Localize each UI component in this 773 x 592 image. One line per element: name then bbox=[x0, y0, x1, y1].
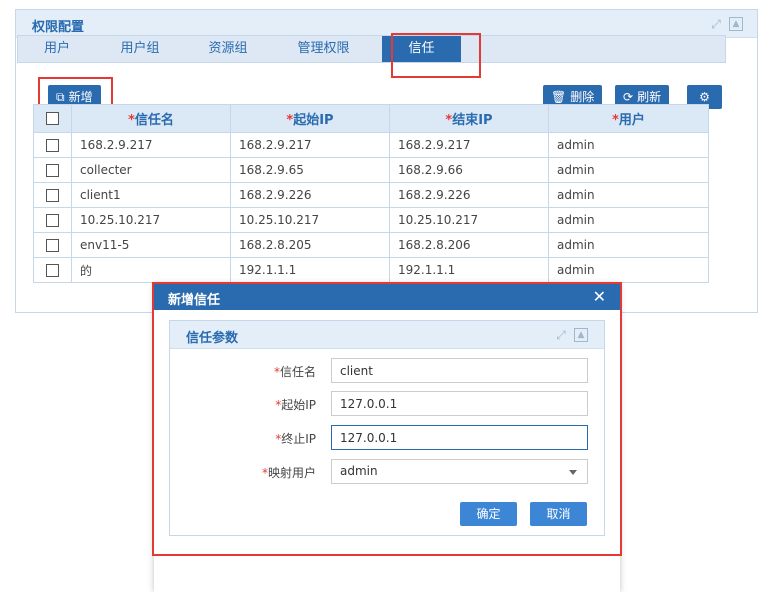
tab-resource-groups[interactable]: 资源组 bbox=[184, 36, 272, 62]
cell-trust-name: collecter bbox=[71, 157, 231, 183]
cell-trust-name: env11-5 bbox=[71, 232, 231, 258]
trust-params-section: 信任参数 ⤢ ▲ *信任名 *起始IP *终止IP *映射用户 admin 确定 bbox=[169, 320, 605, 536]
expand-icon[interactable]: ⤢ bbox=[709, 17, 723, 31]
row-checkbox[interactable] bbox=[46, 264, 59, 277]
tab-admin-permissions[interactable]: 管理权限 bbox=[272, 36, 375, 62]
cell-end-ip: 168.2.9.217 bbox=[389, 132, 549, 158]
select-all-checkbox[interactable] bbox=[46, 112, 59, 125]
tab-user-groups[interactable]: 用户组 bbox=[96, 36, 184, 62]
cell-start-ip: 192.1.1.1 bbox=[230, 257, 390, 283]
end-ip-row: *终止IP bbox=[170, 425, 606, 451]
end-ip-input[interactable] bbox=[331, 425, 588, 450]
start-ip-input[interactable] bbox=[331, 391, 588, 416]
cell-start-ip: 168.2.9.226 bbox=[230, 182, 390, 208]
cell-trust-name: 168.2.9.217 bbox=[71, 132, 231, 158]
close-icon[interactable]: ✕ bbox=[593, 287, 606, 306]
trust-name-row: *信任名 bbox=[170, 358, 606, 384]
row-checkbox[interactable] bbox=[46, 189, 59, 202]
table-row[interactable]: 10.25.10.217 10.25.10.217 10.25.10.217 a… bbox=[33, 207, 709, 233]
collapse-icon[interactable]: ▲ bbox=[729, 17, 743, 31]
tab-bar: 用户 用户组 资源组 管理权限 信任 bbox=[17, 35, 726, 63]
cell-end-ip: 192.1.1.1 bbox=[389, 257, 549, 283]
section-header: 信任参数 ⤢ ▲ bbox=[170, 321, 604, 349]
trust-name-input[interactable] bbox=[331, 358, 588, 383]
column-header-end-ip[interactable]: *结束IP bbox=[389, 104, 549, 133]
dropdown-arrow-icon bbox=[569, 470, 577, 475]
cell-end-ip: 168.2.8.206 bbox=[389, 232, 549, 258]
mapped-user-row: *映射用户 admin bbox=[170, 459, 606, 485]
cell-start-ip: 168.2.8.205 bbox=[230, 232, 390, 258]
trust-table: *信任名 *起始IP *结束IP *用户 168.2.9.217 168.2.9… bbox=[33, 104, 709, 283]
table-header-row: *信任名 *起始IP *结束IP *用户 bbox=[33, 104, 709, 133]
section-title: 信任参数 bbox=[186, 331, 239, 346]
tab-users[interactable]: 用户 bbox=[18, 36, 96, 62]
start-ip-label: *起始IP bbox=[275, 398, 316, 412]
cell-user: admin bbox=[548, 257, 709, 283]
select-all-cell bbox=[33, 104, 72, 133]
cell-user: admin bbox=[548, 207, 709, 233]
table-row[interactable]: client1 168.2.9.226 168.2.9.226 admin bbox=[33, 182, 709, 208]
mapped-user-label: *映射用户 bbox=[261, 466, 316, 480]
panel-header: 权限配置 ⤢ ▲ bbox=[16, 10, 757, 38]
cancel-button[interactable]: 取消 bbox=[530, 502, 587, 526]
cell-start-ip: 168.2.9.65 bbox=[230, 157, 390, 183]
tab-trust[interactable]: 信任 bbox=[382, 36, 461, 62]
trust-name-label: *信任名 bbox=[273, 365, 316, 379]
cell-trust-name: 的 bbox=[71, 257, 231, 283]
column-header-user[interactable]: *用户 bbox=[548, 104, 709, 133]
row-checkbox[interactable] bbox=[46, 214, 59, 227]
cell-trust-name: client1 bbox=[71, 182, 231, 208]
row-checkbox[interactable] bbox=[46, 239, 59, 252]
table-row[interactable]: 168.2.9.217 168.2.9.217 168.2.9.217 admi… bbox=[33, 132, 709, 158]
cell-user: admin bbox=[548, 157, 709, 183]
start-ip-row: *起始IP bbox=[170, 391, 606, 417]
confirm-button[interactable]: 确定 bbox=[460, 502, 517, 526]
cell-user: admin bbox=[548, 132, 709, 158]
expand-icon[interactable]: ⤢ bbox=[554, 328, 568, 342]
cell-user: admin bbox=[548, 182, 709, 208]
table-row[interactable]: 的 192.1.1.1 192.1.1.1 admin bbox=[33, 257, 709, 283]
dialog-title: 新增信任 bbox=[168, 293, 221, 308]
row-checkbox[interactable] bbox=[46, 164, 59, 177]
column-header-trust-name[interactable]: *信任名 bbox=[71, 104, 231, 133]
end-ip-label: *终止IP bbox=[275, 432, 316, 446]
column-header-start-ip[interactable]: *起始IP bbox=[230, 104, 390, 133]
cell-end-ip: 168.2.9.226 bbox=[389, 182, 549, 208]
cell-end-ip: 168.2.9.66 bbox=[389, 157, 549, 183]
mapped-user-select[interactable]: admin bbox=[331, 459, 588, 484]
row-checkbox[interactable] bbox=[46, 139, 59, 152]
add-trust-dialog: 新增信任 ✕ 信任参数 ⤢ ▲ *信任名 *起始IP *终止IP *映射用户 a… bbox=[154, 284, 620, 592]
table-row[interactable]: collecter 168.2.9.65 168.2.9.66 admin bbox=[33, 157, 709, 183]
cell-start-ip: 10.25.10.217 bbox=[230, 207, 390, 233]
dialog-header: 新增信任 ✕ bbox=[154, 284, 620, 310]
table-row[interactable]: env11-5 168.2.8.205 168.2.8.206 admin bbox=[33, 232, 709, 258]
panel-title: 权限配置 bbox=[32, 20, 85, 35]
cell-trust-name: 10.25.10.217 bbox=[71, 207, 231, 233]
cell-end-ip: 10.25.10.217 bbox=[389, 207, 549, 233]
collapse-icon[interactable]: ▲ bbox=[574, 328, 588, 342]
cell-start-ip: 168.2.9.217 bbox=[230, 132, 390, 158]
cell-user: admin bbox=[548, 232, 709, 258]
